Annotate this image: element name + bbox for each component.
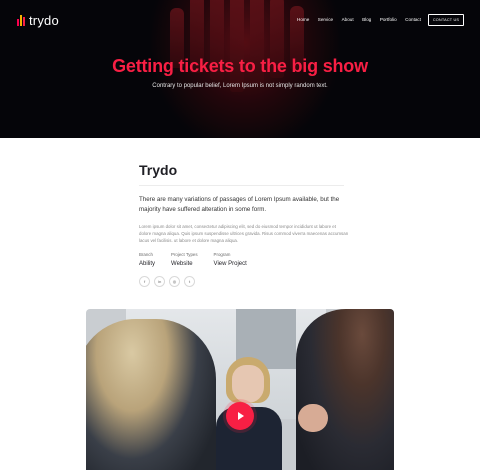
video-thumbnail[interactable] xyxy=(86,309,394,470)
meta-branch: Branch Ability xyxy=(139,252,155,267)
meta-project-type: Project Types Website xyxy=(171,252,198,267)
nav-menu: Home Service About Blog Portfolio Contac… xyxy=(297,17,430,22)
nav-item-service[interactable]: Service xyxy=(318,17,333,22)
nav-item-portfolio[interactable]: Portfolio xyxy=(380,17,397,22)
title-divider xyxy=(139,185,344,186)
twitter-icon[interactable]: t xyxy=(184,276,195,287)
social-links: f in ◎ t xyxy=(139,276,344,287)
logo-text: trydo xyxy=(29,13,59,28)
hero-banner: trydo Home Service About Blog Portfolio … xyxy=(0,0,480,138)
contact-us-button[interactable]: CONTACT US xyxy=(428,14,464,26)
play-icon xyxy=(238,412,244,420)
nav-item-home[interactable]: Home xyxy=(297,17,309,22)
meta-label: Branch xyxy=(139,252,153,257)
view-project-link[interactable]: View Project xyxy=(214,261,247,267)
person-left-figure xyxy=(86,319,216,470)
meta-label: Program xyxy=(213,252,231,257)
project-meta: Branch Ability Project Types Website Pro… xyxy=(139,252,344,267)
nav-item-blog[interactable]: Blog xyxy=(362,17,371,22)
nav-item-contact[interactable]: Contact xyxy=(405,17,421,22)
person-face xyxy=(232,365,264,403)
project-details: Trydo There are many variations of passa… xyxy=(139,162,348,287)
nav-item-about[interactable]: About xyxy=(342,17,354,22)
navbar: trydo Home Service About Blog Portfolio … xyxy=(0,0,480,40)
meta-program: Program View Project xyxy=(214,252,247,267)
person-right-figure xyxy=(296,309,394,470)
logo-bars-icon xyxy=(17,15,25,26)
logo[interactable]: trydo xyxy=(17,13,59,28)
hero-subtitle: Contrary to popular belief, Lorem Ipsum … xyxy=(152,83,328,89)
hero-title: Getting tickets to the big show xyxy=(112,56,368,76)
play-button[interactable] xyxy=(226,402,254,430)
facebook-icon[interactable]: f xyxy=(139,276,150,287)
meta-label: Project Types xyxy=(171,252,198,257)
project-title: Trydo xyxy=(139,162,178,178)
meta-value: Ability xyxy=(139,261,156,267)
person-hand xyxy=(298,404,328,432)
meta-value: Website xyxy=(171,261,193,267)
project-description: Lorem ipsum dolor sit amet, consectetur … xyxy=(139,224,349,243)
instagram-icon[interactable]: ◎ xyxy=(169,276,180,287)
project-lead: There are many variations of passages of… xyxy=(139,196,340,213)
linkedin-icon[interactable]: in xyxy=(154,276,165,287)
